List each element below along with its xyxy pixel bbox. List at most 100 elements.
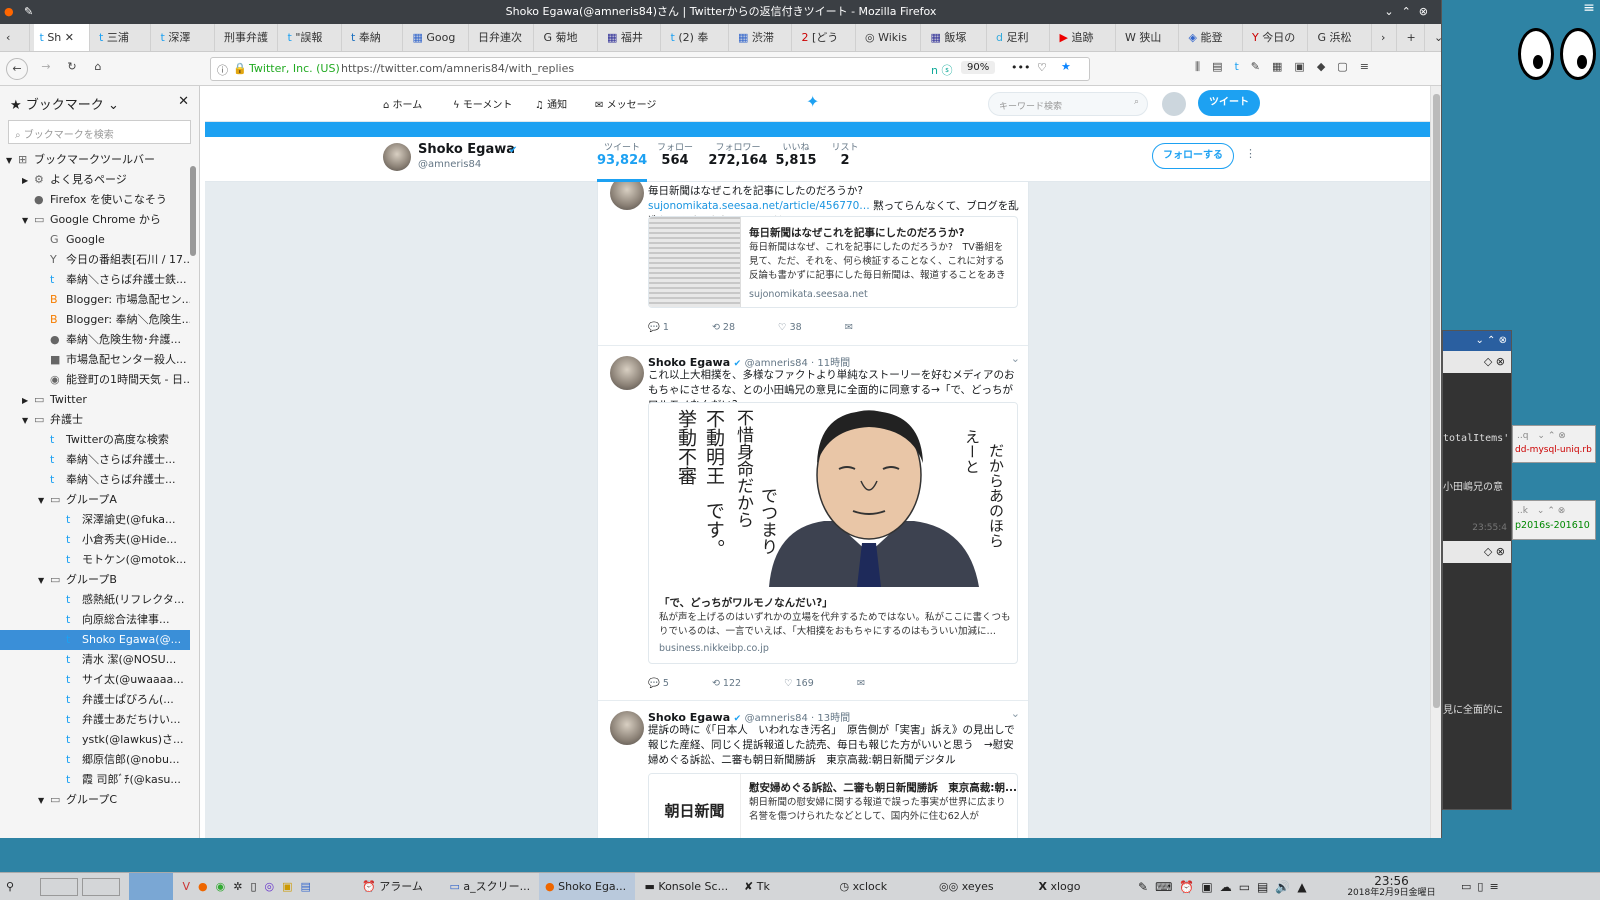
stat-likes[interactable]: いいね 5,815 (775, 140, 817, 168)
bookmark-item[interactable]: t 奉納＼さらば弁護士... (0, 470, 190, 490)
bookmark-item[interactable]: G Google (0, 230, 190, 250)
bookmark-item[interactable]: t 奉納＼さらば弁護士鉄... (0, 270, 190, 290)
bookmark-item[interactable]: t 感熱紙(リフレクタ... (0, 590, 190, 610)
app-launcher-icon[interactable]: ⚲ (0, 873, 30, 900)
bookmark-item[interactable]: t サイ太(@uwaaaa... (0, 670, 190, 690)
site-identity[interactable]: Twitter, Inc. (US) (249, 62, 340, 75)
tab[interactable]: 刑事弁護 (218, 24, 278, 51)
tab[interactable]: ▦ 飯塚 (925, 24, 987, 51)
bookmark-item[interactable]: ◉ 能登町の1時間天気 - 日... (0, 370, 190, 390)
tree-toggle-icon[interactable]: ▼ (38, 571, 50, 590)
window-titlebar[interactable]: ● ✎ Shoko Egawa(@amneris84)さん | Twitterか… (0, 0, 1441, 24)
tab[interactable]: ▶ 追跡 (1054, 24, 1116, 51)
terminal-tab-2[interactable]: ◇ ⊗ (1443, 541, 1511, 563)
tweet[interactable]: 毎日新聞はなぜこれを記事にしたのだろうか? sujonomikata.seesa… (598, 182, 1028, 346)
bookmark-item[interactable]: B Blogger: 市場急配セン... (0, 290, 190, 310)
close-icon[interactable]: ✕ (178, 94, 189, 109)
bookmark-item[interactable]: ▶ ▭ Twitter (0, 390, 190, 410)
pager[interactable] (34, 873, 126, 900)
tweet-link[interactable]: sujonomikata.seesaa.net/article/456770… (648, 200, 870, 212)
bookmark-item[interactable]: t Shoko Egawa(@... (0, 630, 190, 650)
bookmark-item[interactable]: Y 今日の番組表[石川 / 17... (0, 250, 190, 270)
link-card[interactable]: 毎日新聞はなぜこれを記事にしたのだろうか? 毎日新聞はなぜ、これを記事にしたのだ… (648, 216, 1018, 308)
stat-followers[interactable]: フォロワー 272,164 (707, 140, 769, 168)
sidebar-header[interactable]: ★ ブックマーク ⌄ ✕ (0, 86, 199, 120)
tweet[interactable]: Shoko Egawa ✔ @amneris84 · 13時間 ⌄ 提訴の時に《… (598, 701, 1028, 838)
task-alarm[interactable]: ⏰ アラーム (356, 873, 440, 900)
bookmark-item[interactable]: ▼ ⊞ ブックマークツールバー (0, 150, 190, 170)
chevron-down-icon[interactable]: ⌄ (1011, 707, 1020, 720)
nav-home[interactable]: ⌂ ホーム (383, 96, 422, 111)
task-tk[interactable]: ✘ Tk (738, 873, 830, 900)
twitter-search-input[interactable]: キーワード検索 ⌕ (988, 92, 1148, 116)
window-controls[interactable]: ⌄⌃⊗ (1384, 0, 1436, 24)
bookmark-item[interactable]: t 弁護士ぱびろん(... (0, 690, 190, 710)
reply-button[interactable]: 💬 1 (648, 322, 689, 333)
bookmark-item[interactable]: t ystk(@lawkus)さ... (0, 730, 190, 750)
bookmark-item[interactable]: B Blogger: 奉納＼危険生... (0, 310, 190, 330)
tab[interactable]: ◎ Wikis (859, 24, 921, 51)
task-konsole[interactable]: ▬ Konsole Sc... (639, 873, 735, 900)
pocket-icon[interactable]: ♡ (1037, 61, 1047, 74)
bookmark-item[interactable]: t 清水 潔(@NOSU... (0, 650, 190, 670)
tab[interactable]: Y 今日の (1246, 24, 1308, 51)
tweet-button[interactable]: ツイート (1198, 90, 1260, 116)
info-icon[interactable]: ⓘ (217, 62, 228, 78)
bookmark-star-icon[interactable]: ★ (1061, 60, 1071, 73)
task-firefox[interactable]: ● Shoko Ega... (539, 873, 635, 900)
tree-toggle-icon[interactable]: ▼ (38, 491, 50, 510)
terminal-window[interactable]: ⌄ ⌃ ⊗ ◇ ⊗ totalItems' 小田嶋兄の意 23:55:4 ◇ ⊗… (1442, 330, 1512, 810)
bookmark-item[interactable]: ● Firefox を使いこなそう (0, 190, 190, 210)
bookmark-item[interactable]: t 向原総合法律事... (0, 610, 190, 630)
task-xlogo[interactable]: X xlogo (1033, 873, 1129, 900)
tab[interactable]: 日弁連次 (472, 24, 534, 51)
tree-toggle-icon[interactable]: ▶ (22, 171, 34, 190)
reply-button[interactable]: 💬 5 (648, 678, 689, 689)
stat-tweets[interactable]: ツイート 93,824 (597, 140, 647, 182)
link-card[interactable]: 朝日新聞 慰安婦めぐる訴訟、二審も朝日新聞勝訴 東京高裁:朝... 朝日新聞の慰… (648, 773, 1018, 838)
tab-scroll-left-icon[interactable]: ‹ (0, 24, 30, 51)
tab[interactable]: ▦ 福井 (601, 24, 661, 51)
like-button[interactable]: ♡ 169 (784, 678, 834, 689)
editor-window-2[interactable]: ..k ⌄ ⌃ ⊗ p2016s-201610 (1512, 500, 1596, 540)
task-xeyes[interactable]: ◎◎ xeyes (933, 873, 1029, 900)
bookmark-item[interactable]: ▼ ▭ グループC (0, 790, 190, 810)
new-tab-icon[interactable]: + (1401, 24, 1425, 51)
bookmark-item[interactable]: ▼ ▭ 弁護士 (0, 410, 190, 430)
follow-button[interactable]: フォローする (1152, 143, 1234, 169)
bookmark-item[interactable]: t モトケン(@motok... (0, 550, 190, 570)
maximize-icon[interactable]: ⌃ (1402, 5, 1419, 18)
bookmark-item[interactable]: ● 奉納＼危険生物･弁護... (0, 330, 190, 350)
editor-window-1[interactable]: ..q ⌄ ⌃ ⊗ dd-mysql-uniq.rb (1512, 425, 1596, 463)
tab[interactable]: 2 [どう (796, 24, 856, 51)
tab[interactable]: t 奉納 (345, 24, 403, 51)
minimize-icon[interactable]: ⌄ (1384, 5, 1401, 18)
twitter-logo-icon[interactable]: ✦ (806, 92, 819, 111)
close-icon[interactable]: ⊗ (1496, 545, 1505, 558)
pin-icon[interactable]: ✎ (24, 0, 33, 24)
bookmark-item[interactable]: ▼ ▭ グループA (0, 490, 190, 510)
link-card[interactable]: 挙動不審 不動明王 です。 不惜身命だから でつまり えーと だからあのほら 「… (648, 402, 1018, 664)
close-icon[interactable]: ⊗ (1499, 335, 1507, 346)
tab[interactable]: ▦ 渋滞 (732, 24, 792, 51)
tab[interactable]: t (2) 奉 (665, 24, 729, 51)
profile-name[interactable]: Shoko Egawa (418, 142, 515, 157)
tab[interactable]: G 浜松 (1312, 24, 1372, 51)
tab[interactable]: t 深澤 (155, 24, 215, 51)
forward-icon[interactable]: → (36, 60, 56, 73)
stat-following[interactable]: フォロー 564 (655, 140, 695, 168)
home-icon[interactable]: ⌂ (88, 60, 108, 73)
tab[interactable]: G 菊地 (538, 24, 598, 51)
bookmark-item[interactable]: ▼ ▭ グループB (0, 570, 190, 590)
task-xclock[interactable]: ◷ xclock (834, 873, 930, 900)
bookmark-item[interactable]: t 奉納＼さらば弁護士... (0, 450, 190, 470)
tab[interactable]: ▦ Goog (407, 24, 469, 51)
tab[interactable]: t "誤報 (282, 24, 342, 51)
more-options-icon[interactable]: ⋮ (1245, 147, 1256, 160)
tab[interactable]: W 狭山 (1119, 24, 1179, 51)
extension-icon[interactable]: n ⓢ (931, 62, 952, 78)
pager-active[interactable] (129, 873, 173, 900)
show-desktop-icon[interactable]: ▭▯≡ (1455, 873, 1515, 900)
tab-active[interactable]: t Sh ✕ (33, 24, 90, 51)
retweet-button[interactable]: ⟲ 122 (712, 678, 761, 689)
